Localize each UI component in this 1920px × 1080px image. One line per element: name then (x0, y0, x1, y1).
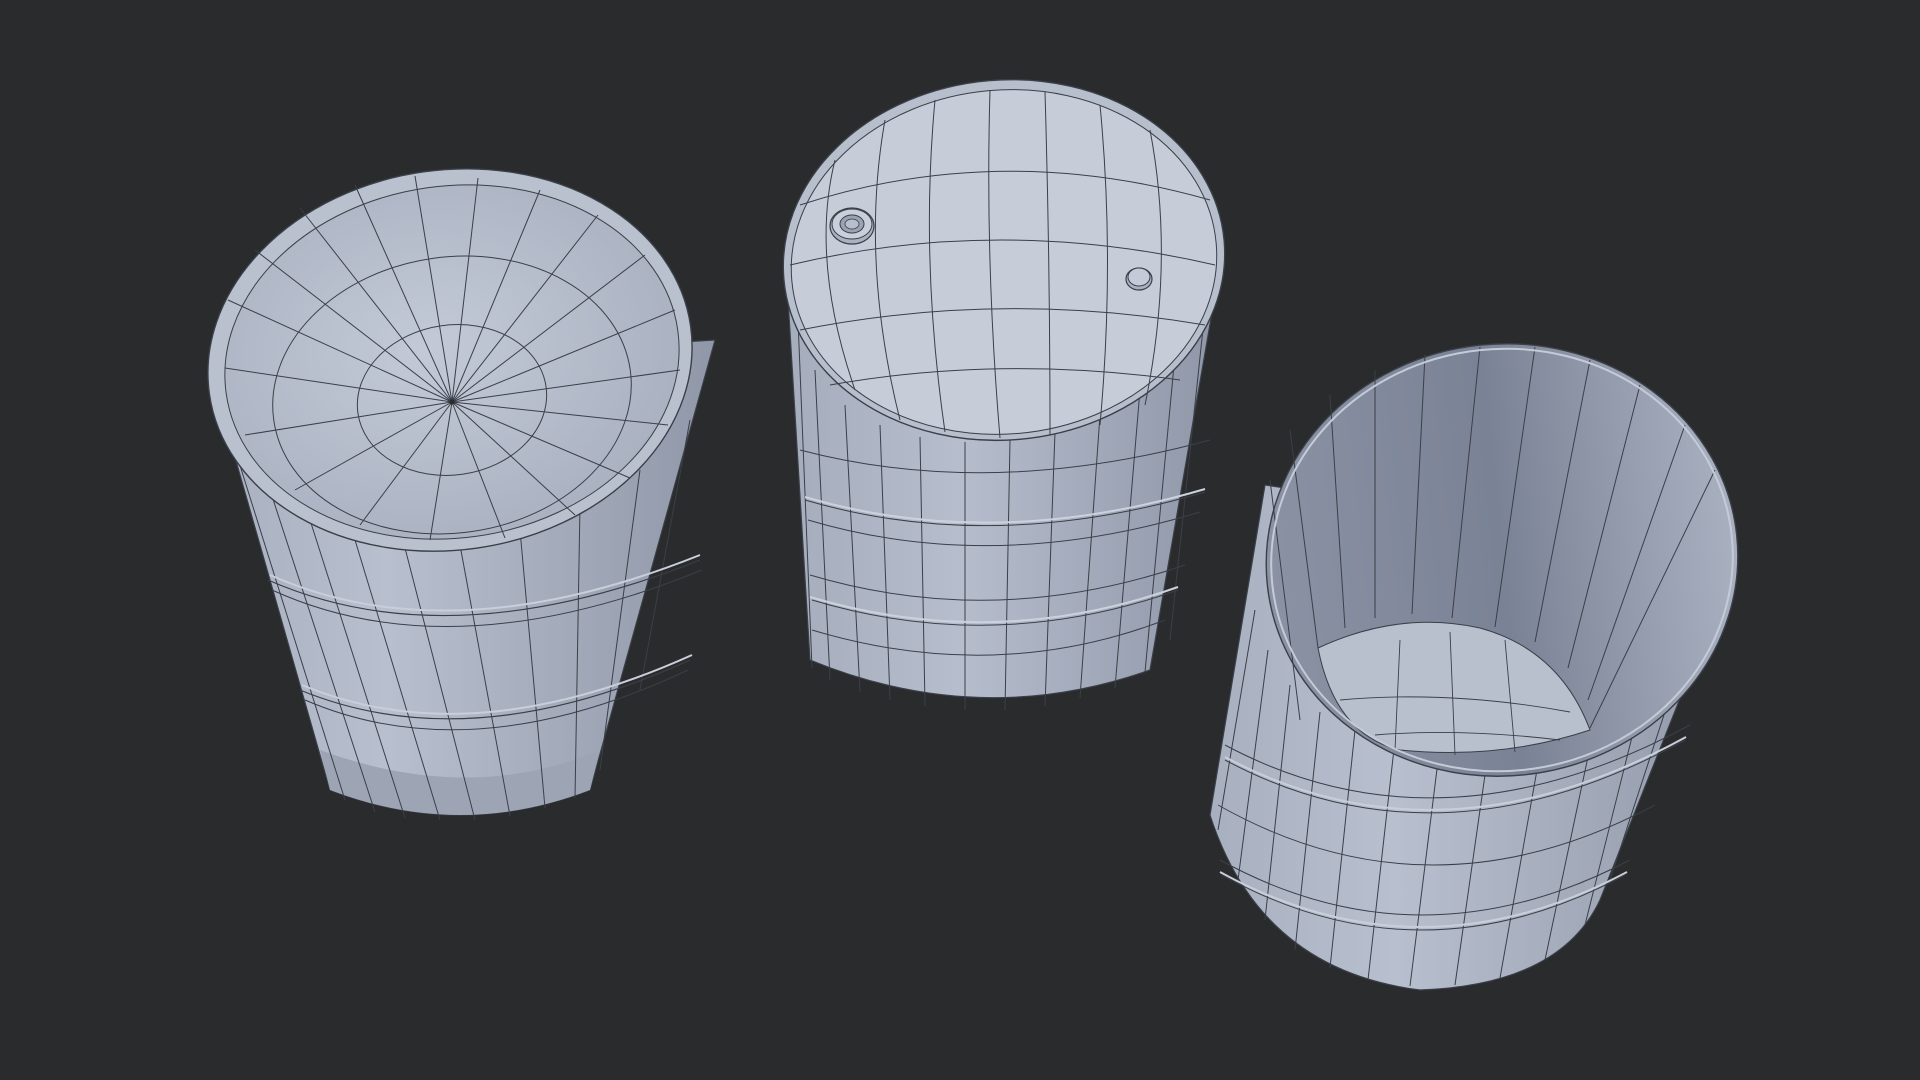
barrel-left-center-vertex (449, 399, 455, 405)
scene-canvas (183, 61, 1759, 991)
barrel-middle-bung-large (829, 207, 875, 245)
barrel-left[interactable] (183, 138, 717, 821)
barrel-middle-bung-small (1125, 267, 1153, 291)
barrel-right[interactable] (1209, 321, 1759, 991)
3d-viewport[interactable] (0, 0, 1920, 1080)
barrel-middle[interactable] (768, 61, 1240, 711)
